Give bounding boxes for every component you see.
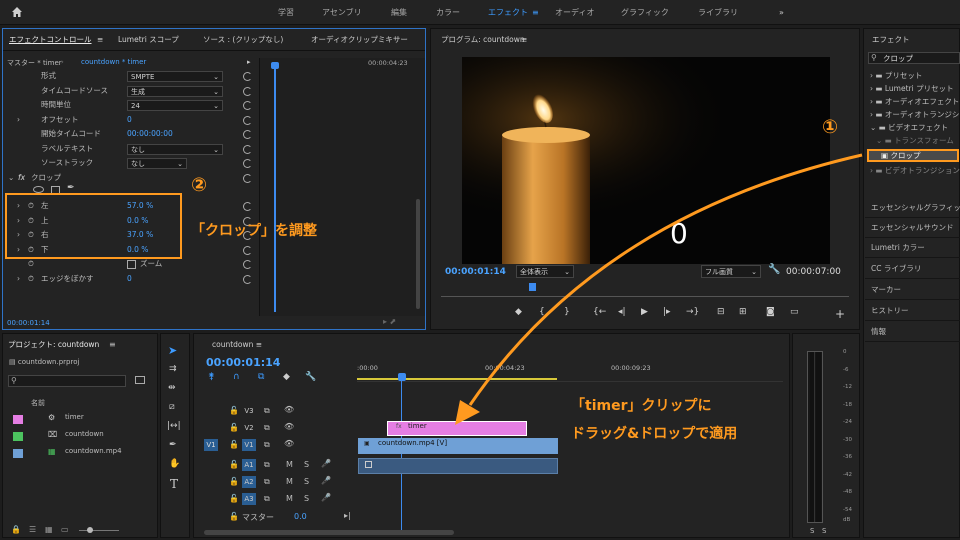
drag-arrow — [455, 153, 863, 425]
